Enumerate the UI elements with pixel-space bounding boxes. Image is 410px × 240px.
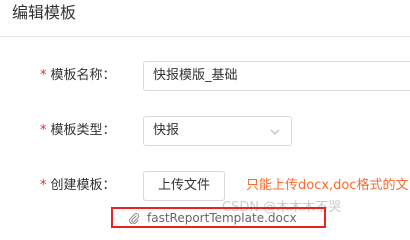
create-template-label-text: 创建模板： bbox=[50, 178, 116, 193]
template-type-selected: 快报 bbox=[153, 123, 180, 138]
dialog-title: 编辑模板 bbox=[12, 3, 77, 22]
upload-file-button[interactable]: 上传文件 bbox=[143, 171, 225, 201]
template-name-label-text: 模板名称： bbox=[50, 68, 116, 83]
uploaded-file-item[interactable]: fastReportTemplate.docx bbox=[111, 207, 326, 228]
required-mark: * bbox=[40, 68, 47, 83]
template-type-label: * 模板类型： bbox=[40, 122, 116, 140]
paperclip-icon bbox=[129, 213, 140, 224]
title-divider bbox=[0, 36, 410, 37]
template-name-input[interactable]: 快报模版_基础 bbox=[143, 61, 410, 91]
template-type-select[interactable]: 快报 bbox=[143, 116, 292, 146]
upload-hint: 只能上传docx,doc格式的文 bbox=[246, 178, 409, 193]
template-type-label-text: 模板类型： bbox=[50, 123, 116, 138]
create-template-label: * 创建模板： bbox=[40, 177, 116, 195]
required-mark: * bbox=[40, 178, 47, 193]
required-mark: * bbox=[40, 123, 47, 138]
uploaded-file-name[interactable]: fastReportTemplate.docx bbox=[147, 210, 297, 226]
chevron-down-icon bbox=[270, 129, 280, 135]
template-name-label: * 模板名称： bbox=[40, 67, 116, 85]
